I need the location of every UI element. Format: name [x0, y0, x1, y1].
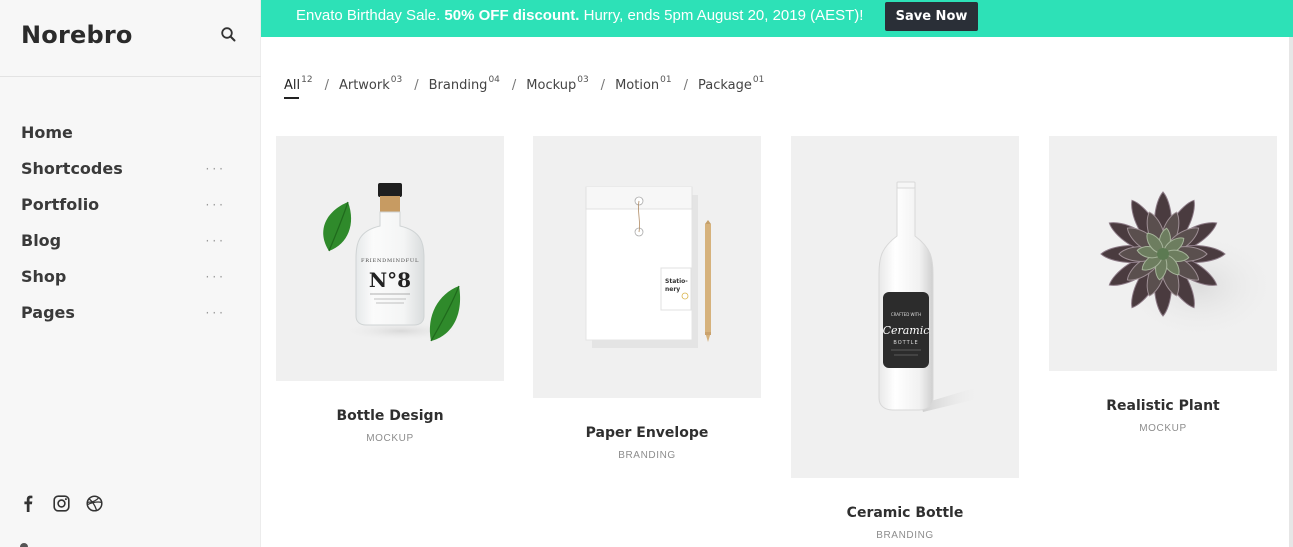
- facebook-icon: [24, 495, 33, 512]
- save-now-button[interactable]: Save Now: [885, 2, 978, 31]
- filter-motion[interactable]: Motion01: [615, 75, 672, 93]
- succulent-image: [1100, 191, 1277, 341]
- nav-item-label: Shortcodes: [21, 158, 123, 178]
- portfolio-image[interactable]: [1049, 136, 1277, 371]
- card-title[interactable]: Paper Envelope: [533, 425, 761, 441]
- instagram-link[interactable]: [51, 493, 71, 513]
- nav-item-label: Home: [21, 122, 73, 142]
- filter-separator: /: [511, 78, 517, 93]
- main-nav: Home Shortcodes ··· Portfolio ··· Blog ··· …: [21, 114, 226, 330]
- card-category: BRANDING: [876, 530, 934, 541]
- submenu-dots-icon[interactable]: ···: [206, 304, 226, 320]
- nav-item-label: Shop: [21, 266, 67, 286]
- nav-item-home[interactable]: Home: [21, 114, 226, 150]
- dribbble-icon: [85, 494, 103, 512]
- portfolio-card-bottle-design[interactable]: FRIENDMINDFUL N°8 Bottle Design MOCKUP: [276, 136, 504, 444]
- portfolio-card-paper-envelope[interactable]: Statio- nery Paper Envelope BRANDING: [533, 136, 761, 461]
- sidebar-divider: [0, 76, 261, 77]
- submenu-dots-icon[interactable]: ···: [206, 232, 226, 248]
- svg-text:BOTTLE: BOTTLE: [893, 340, 918, 346]
- portfolio-image[interactable]: FRIENDMINDFUL N°8: [276, 136, 504, 381]
- nav-item-shop[interactable]: Shop ···: [21, 258, 226, 294]
- nav-item-label: Portfolio: [21, 194, 100, 214]
- ceramic-bottle-image: CRAFTED WITH Ceramic BOTTLE: [878, 181, 981, 412]
- nav-item-portfolio[interactable]: Portfolio ···: [21, 186, 226, 222]
- promo-banner: Envato Birthday Sale. 50% OFF discount. …: [261, 0, 1293, 37]
- card-category: BRANDING: [618, 450, 676, 461]
- nav-item-label: Pages: [21, 302, 75, 322]
- nav-item-label: Blog: [21, 230, 62, 250]
- portfolio-filters: All12 / Artwork03 / Branding04 / Mockup0…: [284, 75, 764, 99]
- nav-item-blog[interactable]: Blog ···: [21, 222, 226, 258]
- card-title[interactable]: Realistic Plant: [1049, 398, 1277, 414]
- sidebar: Norebro Home Shortcodes ··· Portfolio ··· …: [0, 0, 261, 547]
- search-icon: [221, 27, 236, 42]
- partial-icon: [20, 543, 28, 547]
- filter-separator: /: [414, 78, 419, 93]
- filter-separator: /: [324, 78, 329, 93]
- nav-item-shortcodes[interactable]: Shortcodes ···: [21, 150, 226, 186]
- filter-all[interactable]: All12: [284, 75, 313, 99]
- filter-separator: /: [683, 78, 688, 93]
- nav-item-pages[interactable]: Pages ···: [21, 294, 226, 330]
- filter-branding[interactable]: Branding04: [429, 75, 500, 93]
- card-title[interactable]: Ceramic Bottle: [791, 505, 1019, 521]
- portfolio-image[interactable]: Statio- nery: [533, 136, 761, 398]
- filter-artwork[interactable]: Artwork03: [339, 75, 402, 93]
- svg-text:CRAFTED WITH: CRAFTED WITH: [891, 312, 921, 317]
- card-category: MOCKUP: [366, 433, 414, 444]
- submenu-dots-icon[interactable]: ···: [206, 196, 226, 212]
- glass-bottle-image: FRIENDMINDFUL N°8: [323, 183, 461, 342]
- facebook-link[interactable]: [18, 493, 38, 513]
- portfolio-card-realistic-plant[interactable]: Realistic Plant MOCKUP: [1049, 136, 1277, 434]
- social-links: [18, 493, 104, 513]
- card-title[interactable]: Bottle Design: [276, 408, 504, 424]
- filter-mockup[interactable]: Mockup03: [526, 75, 588, 93]
- portfolio-card-ceramic-bottle[interactable]: CRAFTED WITH Ceramic BOTTLE Ceramic Bott…: [791, 136, 1019, 541]
- svg-text:N°8: N°8: [369, 268, 411, 292]
- svg-text:Statio-: Statio-: [665, 278, 688, 285]
- portfolio-image[interactable]: CRAFTED WITH Ceramic BOTTLE: [791, 136, 1019, 478]
- site-logo[interactable]: Norebro: [21, 21, 133, 49]
- scrollbar[interactable]: [1289, 37, 1293, 547]
- dribbble-link[interactable]: [84, 493, 104, 513]
- submenu-dots-icon[interactable]: ···: [206, 160, 226, 176]
- instagram-icon: [52, 494, 70, 512]
- filter-package[interactable]: Package01: [698, 75, 764, 93]
- svg-text:FRIENDMINDFUL: FRIENDMINDFUL: [361, 258, 419, 264]
- promo-text: Envato Birthday Sale. 50% OFF discount. …: [296, 7, 864, 24]
- envelope-image: Statio- nery: [585, 186, 711, 348]
- svg-text:Ceramic: Ceramic: [883, 324, 930, 337]
- filter-separator: /: [600, 78, 606, 93]
- svg-text:nery: nery: [665, 286, 680, 293]
- submenu-dots-icon[interactable]: ···: [206, 268, 226, 284]
- promo-discount: 50% OFF discount.: [444, 7, 580, 24]
- search-button[interactable]: [219, 25, 239, 45]
- card-category: MOCKUP: [1139, 423, 1187, 434]
